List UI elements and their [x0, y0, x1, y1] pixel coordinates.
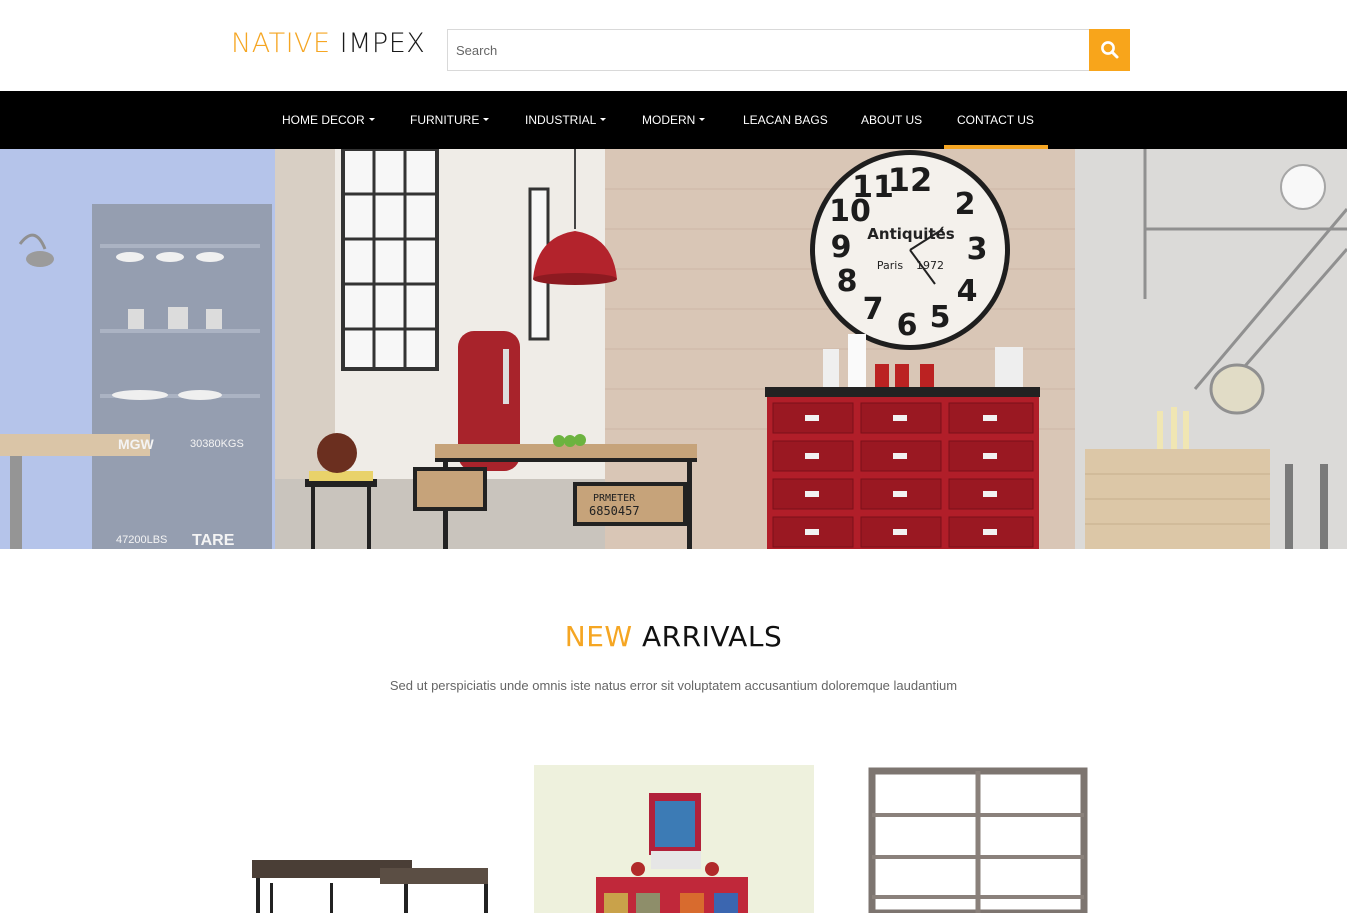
new-arrivals-title: NEW ARRIVALS: [0, 620, 1347, 653]
hero-overlay: [1075, 149, 1347, 549]
hero-slide-active[interactable]: PRMETER 6850457 12 2 3 4 5 6 7 8 9 10 11: [275, 149, 1075, 549]
product-card-wooden-shelf[interactable]: [838, 765, 1118, 913]
svg-text:2: 2: [955, 187, 976, 222]
svg-text:8: 8: [837, 264, 858, 299]
nav-contact-us[interactable]: CONTACT US: [944, 91, 1048, 149]
caret-down-icon: [699, 118, 706, 122]
clock-text: Antiquités: [867, 225, 955, 243]
search-icon: [1100, 41, 1118, 59]
svg-text:6: 6: [897, 308, 918, 343]
main-nav: HOME DECOR FURNITURE INDUSTRIAL MODERN L…: [0, 91, 1347, 149]
search-button[interactable]: [1089, 29, 1130, 71]
svg-text:12: 12: [888, 161, 933, 199]
nav-home-decor[interactable]: HOME DECOR: [282, 91, 375, 149]
title-main: ARRIVALS: [642, 620, 783, 653]
svg-text:4: 4: [957, 274, 978, 309]
search-input[interactable]: [447, 29, 1089, 71]
nav-label: ABOUT US: [861, 113, 923, 127]
product-card-painted-cabinet[interactable]: [534, 765, 814, 913]
hero-overlay: [0, 149, 275, 549]
nav-label: CONTACT US: [957, 113, 1034, 127]
svg-text:5: 5: [930, 300, 951, 335]
hero-slide-next[interactable]: [1075, 149, 1347, 549]
caret-down-icon: [483, 118, 490, 122]
nav-furniture[interactable]: FURNITURE: [410, 91, 490, 149]
product-image: [252, 860, 488, 913]
hero-main-image: PRMETER 6850457 12 2 3 4 5 6 7 8 9 10 11: [275, 149, 1075, 549]
stool-text: 6850457: [589, 504, 640, 518]
nav-industrial[interactable]: INDUSTRIAL: [525, 91, 607, 149]
caret-down-icon: [600, 118, 607, 122]
title-accent: NEW: [564, 620, 633, 653]
svg-text:7: 7: [863, 292, 884, 327]
nav-leacan-bags[interactable]: LEACAN BAGS: [743, 91, 828, 149]
new-arrivals-subtitle: Sed ut perspiciatis unde omnis iste natu…: [389, 678, 958, 693]
clock-text: Paris: [877, 259, 903, 272]
nav-label: FURNITURE: [410, 113, 480, 127]
hero-slider[interactable]: MGW 30380KGS TARE 47200LBS PRMETER 68504…: [0, 149, 1347, 549]
nav-modern[interactable]: MODERN: [642, 91, 706, 149]
svg-text:3: 3: [967, 232, 988, 267]
nav-label: LEACAN BAGS: [743, 113, 828, 127]
site-header: NATIVE IMPEX: [0, 0, 1347, 91]
hero-slide-previous[interactable]: MGW 30380KGS TARE 47200LBS: [0, 149, 275, 549]
product-image: [534, 765, 814, 913]
svg-text:11: 11: [852, 170, 894, 205]
caret-down-icon: [368, 118, 375, 122]
logo-part-native: NATIVE: [231, 28, 331, 59]
site-logo[interactable]: NATIVE IMPEX: [231, 28, 425, 59]
search-bar: [447, 29, 1130, 71]
nav-about-us[interactable]: ABOUT US: [861, 91, 922, 149]
nav-label: HOME DECOR: [282, 113, 365, 127]
svg-text:9: 9: [831, 230, 852, 265]
product-card-nesting-tables[interactable]: [230, 765, 510, 913]
logo-part-impex: IMPEX: [339, 28, 426, 59]
nav-label: MODERN: [642, 113, 696, 127]
stool-text: PRMETER: [593, 493, 636, 504]
product-image: [868, 767, 1088, 913]
nav-label: INDUSTRIAL: [525, 113, 597, 127]
